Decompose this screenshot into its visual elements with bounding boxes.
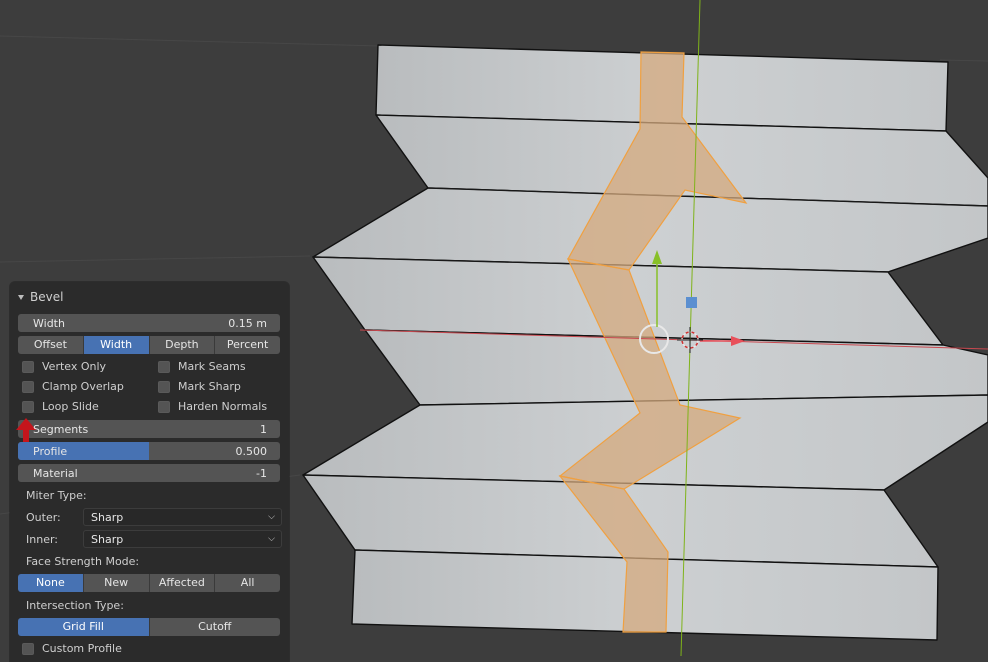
face-strength-option-new[interactable]: New — [83, 574, 150, 592]
checkbox-box[interactable] — [22, 642, 34, 655]
outer-miter-row: Outer: Sharp ⌵ — [26, 508, 282, 526]
width-type-option-width[interactable]: Width — [83, 336, 150, 354]
profile-slider[interactable]: Profile 0.500 — [18, 442, 280, 460]
clamp-overlap-checkbox[interactable]: Clamp Overlap — [22, 380, 124, 393]
inner-miter-row: Inner: Sharp ⌵ — [26, 530, 282, 548]
inner-label: Inner: — [26, 532, 58, 546]
mark-sharp-checkbox[interactable]: Mark Sharp — [158, 380, 241, 393]
checkbox-label: Vertex Only — [42, 360, 107, 373]
material-value: -1 — [256, 466, 267, 480]
checkbox-label: Loop Slide — [42, 400, 99, 413]
face-strength-selector[interactable]: None New Affected All — [18, 574, 280, 592]
outer-label: Outer: — [26, 510, 61, 524]
checkbox-box[interactable] — [158, 400, 170, 413]
vertex-only-checkbox[interactable]: Vertex Only — [22, 360, 106, 373]
intersection-option-cutoff[interactable]: Cutoff — [149, 618, 280, 636]
width-value: 0.15 m — [228, 316, 267, 330]
harden-normals-checkbox[interactable]: Harden Normals — [158, 400, 267, 413]
face-strength-mode-label: Face Strength Mode: — [26, 555, 140, 568]
inner-miter-dropdown[interactable]: Sharp ⌵ — [83, 530, 282, 548]
width-type-option-percent[interactable]: Percent — [215, 336, 280, 354]
face-strength-option-all[interactable]: All — [215, 574, 280, 592]
checkbox-label: Mark Seams — [178, 360, 246, 373]
checkbox-box[interactable] — [158, 360, 170, 373]
intersection-type-selector[interactable]: Grid Fill Cutoff — [18, 618, 280, 636]
outer-miter-dropdown[interactable]: Sharp ⌵ — [83, 508, 282, 526]
segments-label: Segments — [33, 422, 89, 436]
inner-value: Sharp — [91, 532, 124, 546]
chevron-down-icon: ⌵ — [268, 534, 275, 544]
material-field[interactable]: Material -1 — [18, 464, 280, 482]
width-field[interactable]: Width 0.15 m — [18, 314, 280, 332]
gizmo-plane-handle[interactable] — [686, 297, 697, 308]
checkbox-box[interactable] — [158, 380, 170, 393]
bevel-operator-panel: Bevel Width 0.15 m Offset Width Depth Perce… — [10, 282, 289, 662]
face-strength-option-none[interactable]: None — [18, 574, 84, 592]
panel-title: Bevel — [30, 290, 64, 304]
loop-slide-checkbox[interactable]: Loop Slide — [22, 400, 99, 413]
outer-value: Sharp — [91, 510, 124, 524]
checkbox-label: Clamp Overlap — [42, 380, 124, 393]
profile-label: Profile — [33, 444, 68, 458]
face-strength-option-affected[interactable]: Affected — [149, 574, 216, 592]
chevron-down-icon: ⌵ — [268, 512, 275, 522]
width-type-option-offset[interactable]: Offset — [18, 336, 84, 354]
collapse-triangle-icon[interactable] — [18, 295, 24, 300]
segments-value: 1 — [260, 422, 267, 436]
width-label: Width — [33, 316, 65, 330]
custom-profile-checkbox[interactable]: Custom Profile — [22, 642, 122, 655]
profile-value: 0.500 — [235, 444, 268, 458]
segments-field[interactable]: Segments 1 — [18, 420, 280, 438]
panel-header[interactable]: Bevel — [18, 287, 63, 307]
checkbox-label: Harden Normals — [178, 400, 268, 413]
checkbox-box[interactable] — [22, 360, 34, 373]
checkbox-box[interactable] — [22, 380, 34, 393]
checkbox-label: Custom Profile — [42, 642, 122, 655]
mark-seams-checkbox[interactable]: Mark Seams — [158, 360, 246, 373]
miter-type-label: Miter Type: — [26, 489, 87, 502]
intersection-option-grid-fill[interactable]: Grid Fill — [18, 618, 150, 636]
checkbox-label: Mark Sharp — [178, 380, 241, 393]
checkbox-box[interactable] — [22, 400, 34, 413]
intersection-type-label: Intersection Type: — [26, 599, 124, 612]
material-label: Material — [33, 466, 78, 480]
width-type-option-depth[interactable]: Depth — [149, 336, 216, 354]
width-type-selector[interactable]: Offset Width Depth Percent — [18, 336, 280, 354]
